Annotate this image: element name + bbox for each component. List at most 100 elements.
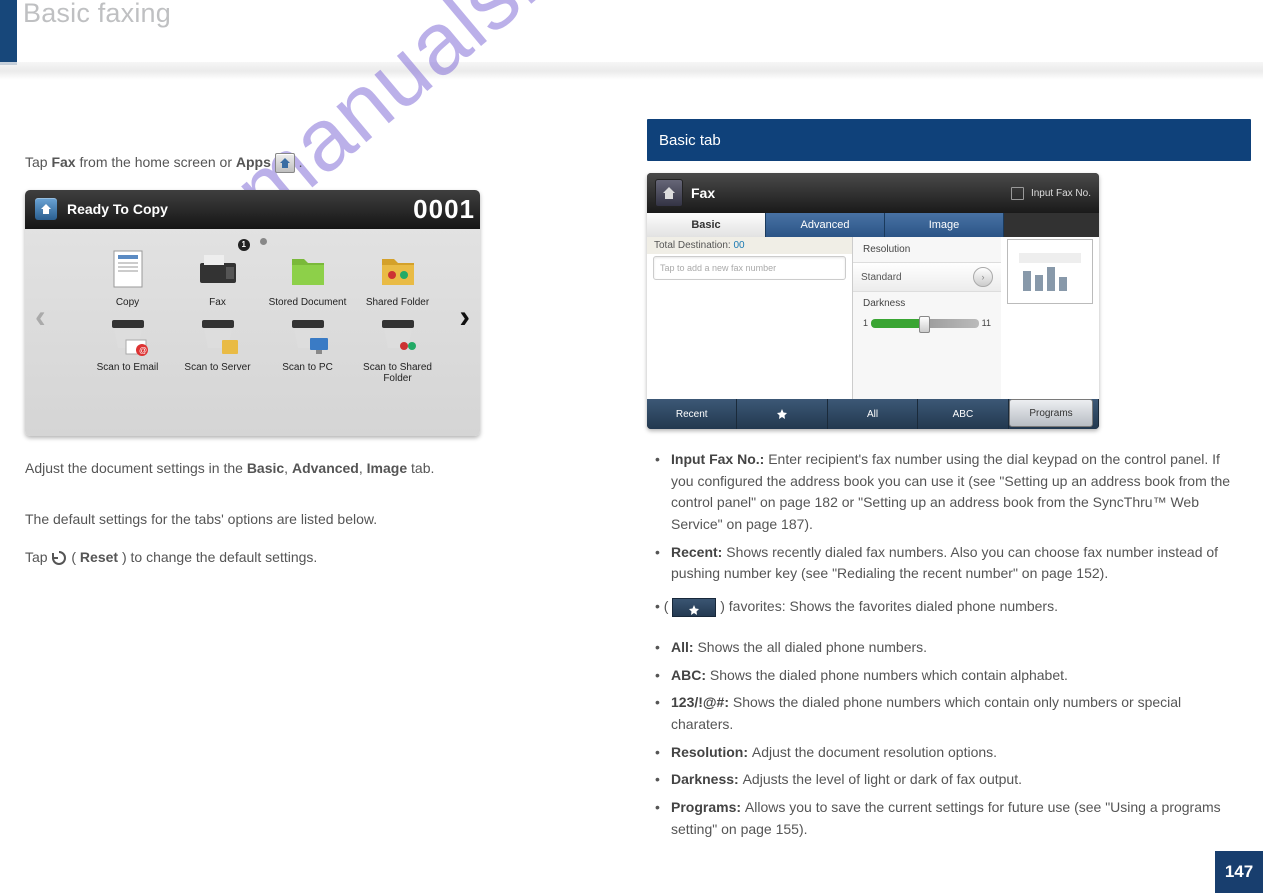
label: Stored Document <box>269 297 347 308</box>
reset-text: Tap ( Reset ) to change the default sett… <box>25 547 622 569</box>
input-fax-label[interactable]: Input Fax No. <box>1011 187 1091 200</box>
arrow-left-icon[interactable]: ‹ <box>35 298 46 335</box>
settings-column: Resolution Standard › Darkness 1 11 <box>853 237 1001 399</box>
list-item: Recent: Shows recently dialed fax number… <box>671 539 1239 588</box>
min: 1 <box>863 318 868 328</box>
label: Shared Folder <box>366 297 429 308</box>
label: Copy <box>116 297 139 308</box>
app-stored-document[interactable]: Stored Document <box>265 245 350 308</box>
b: Recent: <box>671 544 726 560</box>
tab-image[interactable]: Image <box>885 213 1004 237</box>
chevron-right-icon: › <box>973 267 993 287</box>
adjust-text: Adjust the document settings in the Basi… <box>25 458 622 480</box>
t: Input Fax No. <box>1031 188 1091 199</box>
t: Standard <box>861 272 902 283</box>
b: Input Fax No.: <box>671 451 768 467</box>
total-dest: Total Destination: 00 <box>647 237 852 254</box>
app-fax[interactable]: Fax <box>175 245 260 308</box>
t: . <box>299 154 303 170</box>
label: Fax <box>209 297 226 308</box>
b: Resolution: <box>671 744 752 760</box>
fax-tabs: Basic Advanced Image <box>647 213 1099 237</box>
tab-basic[interactable]: Basic <box>647 213 766 237</box>
t: Shows the dialed phone numbers which con… <box>671 694 1181 732</box>
dot-2[interactable] <box>260 238 267 245</box>
tab-advanced[interactable]: Advanced <box>766 213 885 237</box>
app-scan-server[interactable]: Scan to Server <box>175 310 260 384</box>
all-button[interactable]: All <box>828 399 918 429</box>
bullet-list-2: All: Shows the all dialed phone numbers.… <box>647 634 1239 844</box>
t: Shows the all dialed phone numbers. <box>697 639 927 655</box>
list-item: Programs: Allows you to save the current… <box>671 794 1239 843</box>
home-screenshot: Ready To Copy 0001 1 ‹ › Copy Fax Stored… <box>25 190 480 436</box>
basic-tab-heading: Basic tab <box>647 119 1251 161</box>
dest-count: 00 <box>734 240 745 251</box>
star-bullet: • ( ) favorites: Shows the favorites dia… <box>647 596 1239 618</box>
abc-button[interactable]: ABC <box>918 399 1008 429</box>
t: tab. <box>411 460 434 476</box>
list-item: ABC: Shows the dialed phone numbers whic… <box>671 662 1239 690</box>
right-column: Basic tab Fax Input Fax No. Basic Advanc… <box>647 119 1239 843</box>
below-text: The default settings for the tabs' optio… <box>25 509 622 531</box>
bullet-list: Input Fax No.: Enter recipient's fax num… <box>647 446 1239 588</box>
app-copy[interactable]: Copy <box>85 245 170 308</box>
t: Reset <box>80 549 118 565</box>
document-title: Basic faxing <box>23 0 171 29</box>
darkness-label: Darkness <box>853 292 1001 315</box>
ss2-header: Fax Input Fax No. <box>647 173 1099 213</box>
favorites-button[interactable] <box>737 399 827 429</box>
dest-column: Total Destination: 00 Tap to add a new f… <box>647 237 853 399</box>
b: Programs: <box>671 799 745 815</box>
reset-icon <box>51 550 67 566</box>
preview-thumbnail[interactable] <box>1007 239 1093 304</box>
b: 123/!@#: <box>671 694 733 710</box>
t: Basic tab <box>659 132 721 149</box>
t: ) favorites: Shows the favorites dialed … <box>720 598 1058 614</box>
t: Basic <box>247 460 284 476</box>
resolution-label: Resolution <box>853 237 1001 262</box>
home-icon[interactable] <box>35 198 57 220</box>
home-icon[interactable] <box>655 179 683 207</box>
list-item: Darkness: Adjusts the level of light or … <box>671 766 1239 794</box>
star-button-inline <box>672 598 716 617</box>
top-strip <box>17 0 1263 65</box>
apps-word: Apps <box>236 154 271 170</box>
slider-thumb[interactable] <box>919 316 930 333</box>
arrow-right-icon[interactable]: › <box>459 298 470 335</box>
resolution-select[interactable]: Standard › <box>853 262 1001 292</box>
t: Adjust the document resolution options. <box>752 744 997 760</box>
home-inline-icon <box>275 153 295 173</box>
recent-button[interactable]: Recent <box>647 399 737 429</box>
t: ( <box>71 549 76 565</box>
svg-text:@: @ <box>139 346 147 355</box>
fax-screenshot: Fax Input Fax No. Basic Advanced Image T… <box>647 173 1099 429</box>
t: Tap <box>25 549 51 565</box>
t: ) to change the default settings. <box>122 549 317 565</box>
list-item: Resolution: Adjust the document resoluti… <box>671 739 1239 767</box>
app-grid: Copy Fax Stored Document Shared Folder @… <box>85 245 420 384</box>
fax-word: Fax <box>51 154 75 170</box>
t: Shows the dialed phone numbers which con… <box>710 667 1068 683</box>
t: Tap <box>25 154 51 170</box>
b: Darkness: <box>671 771 743 787</box>
t: from the home screen or <box>79 154 235 170</box>
ss1-title: Ready To Copy <box>67 201 168 217</box>
app-scan-email[interactable]: @ Scan to Email <box>85 310 170 384</box>
fax-number-input[interactable]: Tap to add a new fax number <box>653 256 846 280</box>
t: Adjust the document settings in the <box>25 460 247 476</box>
app-scan-pc[interactable]: Scan to PC <box>265 310 350 384</box>
page-number: 147 <box>1215 851 1263 893</box>
app-shared-folder[interactable]: Shared Folder <box>355 245 440 308</box>
list-item: Input Fax No.: Enter recipient's fax num… <box>671 446 1239 539</box>
slider-track[interactable] <box>871 319 979 328</box>
app-scan-shared[interactable]: Scan to Shared Folder <box>355 310 440 384</box>
step-text: Tap Fax from the home screen or Apps . <box>25 152 622 174</box>
ss1-header: Ready To Copy 0001 <box>25 190 480 229</box>
t: Adjusts the level of light or dark of fa… <box>743 771 1022 787</box>
programs-button[interactable]: Programs <box>1009 399 1093 427</box>
list-item: 123/!@#: Shows the dialed phone numbers … <box>671 689 1239 738</box>
label: Scan to Email <box>97 362 159 373</box>
darkness-slider[interactable]: 1 11 <box>853 315 1001 331</box>
t: Shows recently dialed fax numbers. Also … <box>671 544 1218 582</box>
max: 11 <box>982 318 991 328</box>
